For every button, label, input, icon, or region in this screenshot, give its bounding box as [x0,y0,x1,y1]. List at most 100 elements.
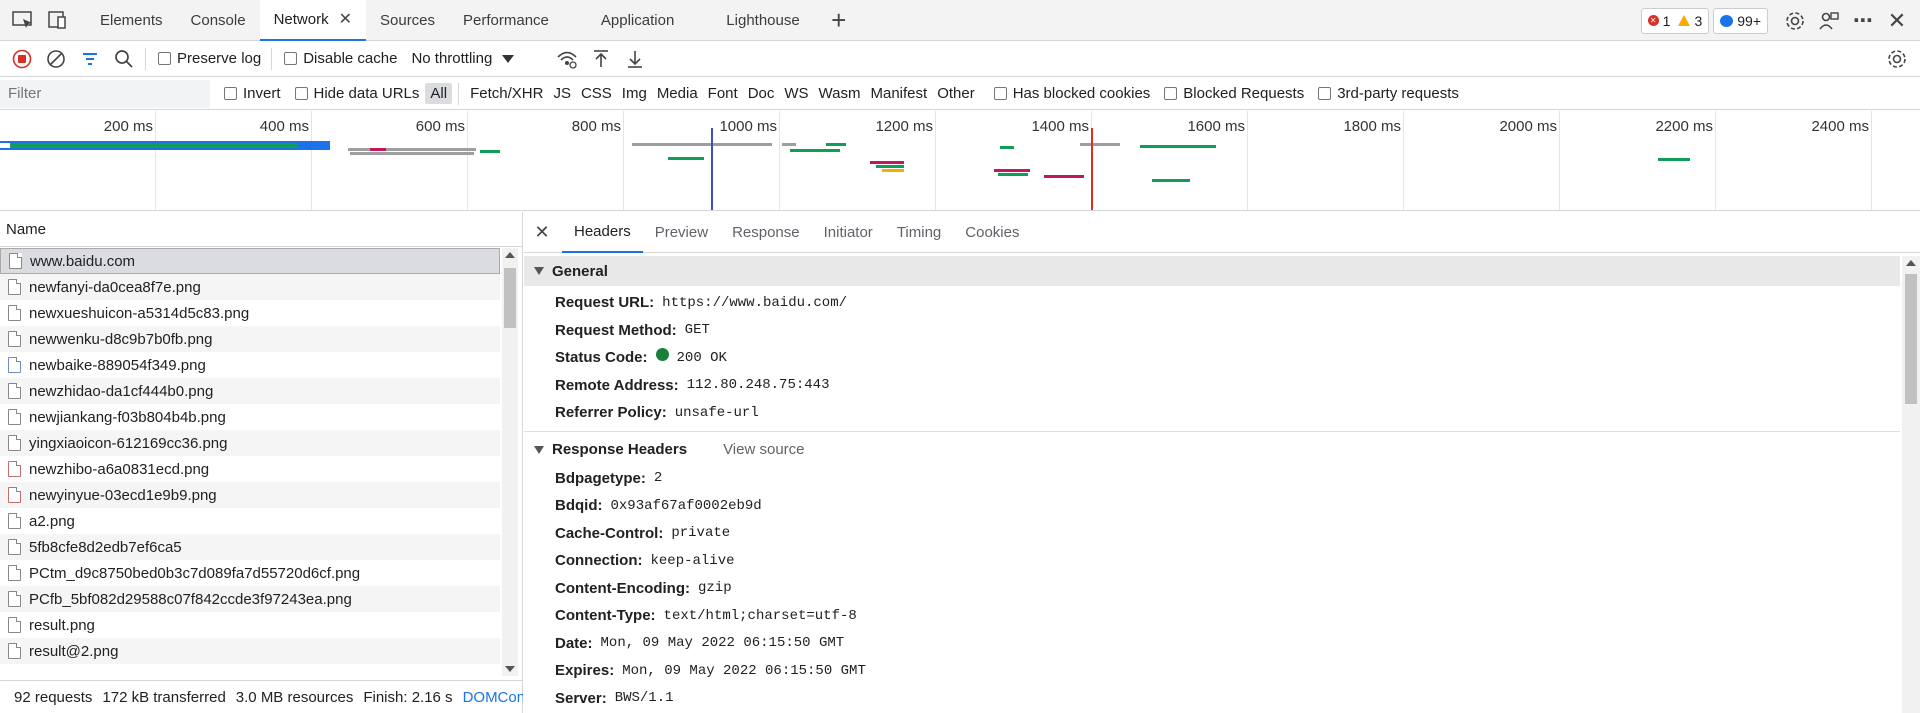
request-bar [348,148,476,151]
messages-badge[interactable]: 99+ [1713,7,1768,34]
tick-label: 1600 ms [1187,118,1245,135]
third-party-requests-checkbox[interactable]: 3rd-party requests [1318,85,1459,102]
scrollbar-thumb[interactable] [504,268,516,328]
tab-response[interactable]: Response [720,212,812,253]
tab-elements[interactable]: Elements [86,0,177,41]
request-row[interactable]: a2.png [0,508,500,534]
feedback-icon[interactable] [1814,6,1844,36]
header-row: Referrer Policy: unsafe-url [524,399,1900,427]
device-toolbar-icon[interactable] [42,5,72,35]
search-icon[interactable] [107,41,141,77]
name-column-header[interactable]: Name [0,212,522,247]
more-tools-plus-icon[interactable]: + [824,5,854,35]
throttling-select[interactable]: No throttling [411,50,536,67]
request-row[interactable]: 5fb8cfe8d2edb7ef6ca5 [0,534,500,560]
filter-type-manifest[interactable]: Manifest [866,83,933,104]
tab-initiator[interactable]: Initiator [812,212,885,253]
settings-gear-icon[interactable] [1780,6,1810,36]
filter-type-other[interactable]: Other [932,83,980,104]
request-row[interactable]: PCfb_5bf082d29588c07f842ccde3f97243ea.pn… [0,586,500,612]
inspect-element-icon[interactable] [8,5,38,35]
general-section-toggle[interactable]: General [524,256,1900,286]
filter-type-fetch-xhr[interactable]: Fetch/XHR [465,83,548,104]
tab-sources[interactable]: Sources [366,0,449,41]
filter-type-css[interactable]: CSS [576,83,617,104]
filter-icon[interactable] [73,41,107,77]
checkbox-box[interactable] [158,52,171,65]
filter-type-js[interactable]: JS [548,83,576,104]
request-name: PCtm_d9c8750bed0b3c7d089fa7d55720d6cf.pn… [29,564,361,582]
checkbox-box[interactable] [284,52,298,65]
requests-scrollbar[interactable] [502,248,518,676]
request-row[interactable]: result@2.png [0,638,500,664]
tab-preview[interactable]: Preview [643,212,720,253]
request-row[interactable]: newzhibo-a6a0831ecd.png [0,456,500,482]
image-icon [8,487,21,503]
tab-lighthouse[interactable]: Lighthouse [712,0,813,41]
header-row: Server: BWS/1.1 [524,685,1900,713]
filter-type-font[interactable]: Font [703,83,743,104]
tick-line [935,111,936,210]
filter-type-all[interactable]: All [425,83,453,104]
scroll-up-icon[interactable] [1906,260,1916,266]
checkbox-box[interactable] [294,87,308,100]
error-count: 1 [1662,12,1671,29]
close-details-icon[interactable]: ✕ [530,222,554,243]
checkbox-box[interactable] [224,87,237,100]
tab-performance[interactable]: Performance [449,0,563,41]
issues-badge[interactable]: ✕ 1 3 [1640,7,1710,34]
filter-type-ws[interactable]: WS [779,83,813,104]
tab-application[interactable]: Application [587,0,688,41]
filter-type-wasm[interactable]: Wasm [814,83,866,104]
request-row[interactable]: result.png [0,612,500,638]
filter-type-doc[interactable]: Doc [743,83,780,104]
close-devtools-icon[interactable]: ✕ [1882,6,1912,36]
more-options-icon[interactable]: ⋯ [1848,6,1878,36]
tab-network[interactable]: Network ✕ [259,0,366,41]
request-row[interactable]: newxueshuicon-a5314d5c83.png [0,300,500,326]
disable-cache-checkbox[interactable]: Disable cache [284,50,397,67]
view-source-link[interactable]: View source [723,441,804,458]
scroll-down-icon[interactable] [505,666,515,672]
request-row[interactable]: newyinyue-03ecd1e9b9.png [0,482,500,508]
request-row[interactable]: newzhidao-da1cf444b0.png [0,378,500,404]
network-conditions-icon[interactable] [550,41,584,77]
has-blocked-cookies-checkbox[interactable]: Has blocked cookies [993,85,1150,102]
request-name: newjiankang-f03b804b4b.png [29,408,226,426]
close-tab-icon[interactable]: ✕ [339,9,352,29]
request-row[interactable]: newbaike-889054f349.png [0,352,500,378]
dom-content-loaded-link[interactable]: DOMContentLoaded [463,689,523,706]
response-headers-section-toggle[interactable]: Response Headers View source [524,435,1900,465]
record-stop-icon[interactable] [5,41,39,77]
export-har-icon[interactable] [618,41,652,77]
request-row[interactable]: newjiankang-f03b804b4b.png [0,404,500,430]
request-row[interactable]: yingxiaoicon-612169cc36.png [0,430,500,456]
request-row[interactable]: newwenku-d8c9b7b0fb.png [0,326,500,352]
tab-console[interactable]: Console [177,0,260,41]
scroll-up-icon[interactable] [505,252,515,258]
checkbox-label: Blocked Requests [1183,85,1305,102]
import-har-icon[interactable] [584,41,618,77]
tab-headers[interactable]: Headers [562,212,643,253]
request-row[interactable]: newfanyi-da0cea8f7e.png [0,274,500,300]
filter-type-img[interactable]: Img [617,83,652,104]
request-row[interactable]: PCtm_d9c8750bed0b3c7d089fa7d55720d6cf.pn… [0,560,500,586]
hide-data-urls-checkbox[interactable]: Hide data URLs [294,85,419,102]
filter-input[interactable] [0,79,210,108]
tab-cookies[interactable]: Cookies [953,212,1031,253]
invert-checkbox[interactable]: Invert [224,85,281,102]
blocked-requests-checkbox[interactable]: Blocked Requests [1164,85,1304,102]
header-row: Request URL: https://www.baidu.com/ [524,289,1900,317]
network-settings-gear-icon[interactable] [1880,41,1914,77]
details-scrollbar[interactable] [1902,256,1920,713]
checkbox-box[interactable] [1318,87,1332,100]
checkbox-box[interactable] [993,87,1007,100]
tab-timing[interactable]: Timing [885,212,953,253]
preserve-log-checkbox[interactable]: Preserve log [158,50,261,67]
request-row[interactable]: www.baidu.com [0,248,500,274]
checkbox-box[interactable] [1164,87,1178,100]
clear-icon[interactable] [39,41,73,77]
scrollbar-thumb[interactable] [1905,274,1917,404]
network-overview-timeline[interactable]: 200 ms 400 ms 600 ms 800 ms 1000 ms 1200… [0,111,1920,211]
filter-type-media[interactable]: Media [652,83,703,104]
